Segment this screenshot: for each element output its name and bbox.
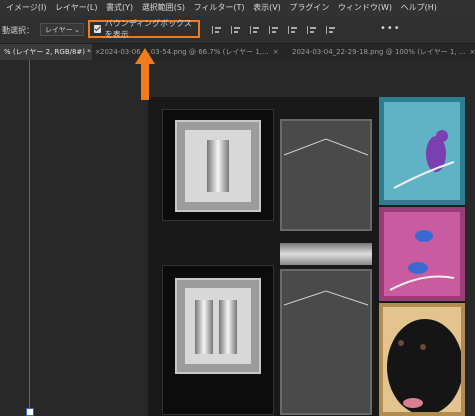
dog-photo (379, 303, 465, 416)
wire-icon (283, 290, 369, 306)
tab-label: % (レイヤー 2, RGB/8#) * (4, 48, 91, 56)
menu-select[interactable]: 選択範囲(S) (142, 3, 185, 12)
options-bar: 動選択： レイヤー ⌄ バウンディングボックスを表示 ••• (0, 16, 475, 44)
align-middle-icon[interactable] (288, 26, 299, 34)
canvas-workspace[interactable] (0, 60, 475, 416)
transform-handle[interactable] (26, 408, 34, 416)
tab-2024-03-04[interactable]: 2024-03-04_22-29-18.png @ 100% (レイヤー 1, … (288, 44, 475, 60)
layer-target-value: レイヤー (45, 26, 73, 34)
checkbox-icon[interactable] (94, 25, 101, 33)
tab-current[interactable]: % (レイヤー 2, RGB/8#) * × (0, 44, 101, 60)
tab-2024-03-06[interactable]: 2024-03-06_...03-54.png @ 66.7% (レイヤー 1,… (96, 44, 284, 60)
menu-type[interactable]: 書式(Y) (106, 3, 133, 12)
dog-face-icon (387, 319, 461, 412)
auto-select-label: 動選択： (2, 26, 34, 35)
menu-layer[interactable]: レイヤー(L) (55, 3, 97, 12)
more-icon[interactable]: ••• (380, 23, 401, 34)
menu-plugins[interactable]: プラグイン (289, 3, 329, 12)
mat-bottom-left (175, 278, 261, 374)
frame-bottom-middle (280, 269, 372, 415)
close-icon[interactable]: × (470, 48, 475, 56)
align-bottom-icon[interactable] (307, 26, 318, 34)
purple-bird-icon (393, 130, 455, 189)
guide-line (29, 60, 30, 416)
document-canvas[interactable] (148, 97, 465, 416)
align-tools (212, 26, 337, 34)
bounding-box-toggle[interactable]: バウンディングボックスを表示 (88, 19, 200, 39)
tab-label: 2024-03-06_...03-54.png @ 66.7% (レイヤー 1,… (100, 48, 269, 56)
mat-top-left (175, 120, 261, 212)
menu-bar: イメージ(I) レイヤー(L) 書式(Y) 選択範囲(S) フィルター(T) 表… (0, 0, 475, 16)
wire-icon (283, 138, 369, 156)
frame-top-middle (280, 119, 372, 231)
bar-art (207, 140, 229, 192)
bird-art-pink (379, 207, 465, 301)
menu-filter[interactable]: フィルター(T) (194, 3, 245, 12)
menu-view[interactable]: 表示(V) (253, 3, 281, 12)
bird-art-teal (379, 97, 465, 205)
distribute-icon[interactable] (326, 26, 337, 34)
menu-help[interactable]: ヘルプ(H) (401, 3, 437, 12)
orange-up-arrow (135, 48, 155, 100)
tab-label: 2024-03-04_22-29-18.png @ 100% (レイヤー 1, … (292, 48, 466, 56)
document-tabs: % (レイヤー 2, RGB/8#) * × 2024-03-06_...03-5… (0, 44, 475, 60)
frame-middle-strip (280, 243, 372, 265)
bounding-box-label: バウンディングボックスを表示 (104, 19, 192, 39)
frame-top-left (162, 109, 274, 221)
align-left-icon[interactable] (212, 26, 223, 34)
bar-art (219, 300, 237, 354)
frame-bottom-left (162, 265, 274, 415)
align-right-icon[interactable] (250, 26, 261, 34)
close-icon[interactable]: × (273, 48, 279, 56)
align-top-icon[interactable] (269, 26, 280, 34)
bar-art (195, 300, 213, 354)
chevron-down-icon: ⌄ (74, 26, 80, 34)
layer-target-select[interactable]: レイヤー ⌄ (40, 23, 84, 36)
align-center-icon[interactable] (231, 26, 242, 34)
blue-birds-icon (389, 230, 455, 291)
menu-image[interactable]: イメージ(I) (6, 3, 46, 12)
menu-window[interactable]: ウィンドウ(W) (338, 3, 392, 12)
